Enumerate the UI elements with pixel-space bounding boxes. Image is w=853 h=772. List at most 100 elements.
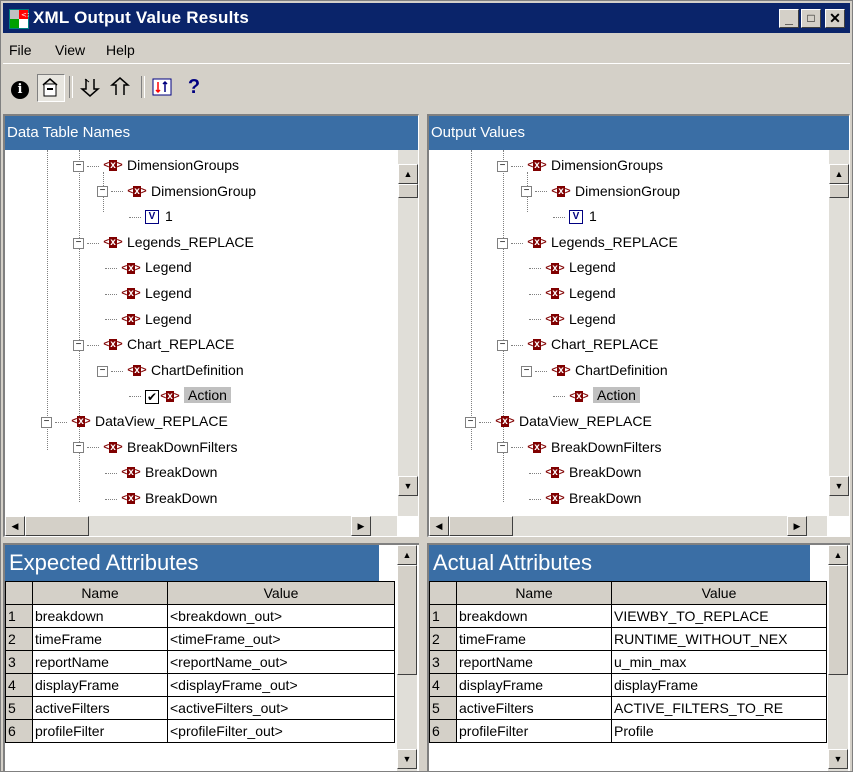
tree-node[interactable]: − <x> DimensionGroups (497, 154, 663, 176)
table-row[interactable]: 1 breakdown <breakdown_out> (5, 604, 395, 628)
scroll-thumb[interactable] (449, 516, 513, 536)
vertical-scrollbar[interactable]: ▲ ▼ (397, 545, 417, 771)
expand-all-icon[interactable] (77, 74, 103, 100)
collapse-node-icon[interactable]: − (497, 442, 508, 454)
tree-node[interactable]: − <x> BreakDownFilters (497, 436, 661, 458)
menu-help[interactable]: Help (106, 42, 135, 58)
scroll-up-icon[interactable]: ▲ (398, 164, 418, 184)
scroll-thumb[interactable] (828, 565, 848, 675)
tree-node[interactable]: − <x> ChartDefinition (521, 359, 668, 381)
collapse-node-icon[interactable]: − (73, 160, 84, 172)
collapse-node-icon[interactable]: − (497, 339, 508, 351)
vertical-scrollbar[interactable]: ▲ ▼ (398, 150, 418, 516)
tree-node[interactable]: − <x> BreakDownFilters (73, 436, 237, 458)
table-row[interactable]: 6 profileFilter Profile (429, 719, 827, 743)
name-cell[interactable]: displayFrame (456, 673, 612, 697)
vertical-scrollbar[interactable]: ▲ ▼ (829, 150, 849, 516)
collapse-all-icon[interactable] (107, 74, 133, 100)
tree-node[interactable]: <x> BreakDown (105, 487, 217, 509)
tree-node[interactable]: <x> Legend (105, 308, 192, 330)
tree-node[interactable]: − <x> Chart_REPLACE (73, 333, 234, 355)
collapse-node-icon[interactable]: − (73, 237, 84, 249)
scroll-down-icon[interactable]: ▼ (398, 476, 418, 496)
scroll-up-icon[interactable]: ▲ (828, 545, 848, 565)
name-cell[interactable]: breakdown (456, 604, 612, 628)
title-bar[interactable]: <> XML Output Value Results _ □ ✕ (3, 3, 850, 33)
info-icon[interactable]: i (7, 74, 33, 100)
tree-node[interactable]: − <x> DimensionGroup (97, 180, 256, 202)
collapse-node-icon[interactable]: − (521, 186, 532, 198)
tree-node[interactable]: <x> Legend (529, 256, 616, 278)
column-header-value[interactable]: Value (611, 581, 827, 605)
tree-view[interactable]: − <x> DimensionGroups − <x> DimensionGroup V 1 −… (5, 150, 398, 510)
vertical-scrollbar[interactable]: ▲ ▼ (828, 545, 848, 771)
close-button[interactable]: ✕ (825, 9, 845, 28)
collapse-node-icon[interactable]: − (41, 416, 52, 428)
value-cell[interactable]: <activeFilters_out> (167, 696, 395, 720)
table-row[interactable]: 2 timeFrame <timeFrame_out> (5, 627, 395, 651)
tree-node[interactable]: <x> Legend (105, 282, 192, 304)
name-cell[interactable]: reportName (456, 650, 612, 674)
scroll-down-icon[interactable]: ▼ (828, 749, 848, 769)
collapse-node-icon[interactable]: − (521, 365, 532, 377)
name-cell[interactable]: timeFrame (32, 627, 168, 651)
scroll-thumb[interactable] (397, 565, 417, 675)
name-cell[interactable]: displayFrame (32, 673, 168, 697)
tree-node[interactable]: <x> BreakDown (529, 487, 641, 509)
scroll-thumb[interactable] (25, 516, 89, 536)
horizontal-scrollbar[interactable]: ◀ ▶ (5, 516, 397, 536)
properties-icon[interactable] (37, 74, 65, 102)
value-cell[interactable]: u_min_max (611, 650, 827, 674)
tree-node[interactable]: − <x> DataView_REPLACE (41, 410, 228, 432)
scroll-down-icon[interactable]: ▼ (829, 476, 849, 496)
value-cell[interactable]: VIEWBY_TO_REPLACE (611, 604, 827, 628)
table-row[interactable]: 2 timeFrame RUNTIME_WITHOUT_NEX (429, 627, 827, 651)
sort-icon[interactable] (149, 74, 175, 100)
table-row[interactable]: 3 reportName <reportName_out> (5, 650, 395, 674)
column-header-name[interactable]: Name (456, 581, 612, 605)
name-cell[interactable]: reportName (32, 650, 168, 674)
value-cell[interactable]: <breakdown_out> (167, 604, 395, 628)
tree-node[interactable]: V1 (553, 205, 597, 227)
tree-node[interactable]: <x> BreakDown (105, 461, 217, 483)
tree-node[interactable]: <x> Legend (529, 308, 616, 330)
tree-node[interactable]: <x> Legend (529, 282, 616, 304)
tree-node[interactable]: <x> Action (553, 384, 640, 406)
scroll-right-icon[interactable]: ▶ (351, 516, 371, 536)
scroll-down-icon[interactable]: ▼ (397, 749, 417, 769)
value-cell[interactable]: <reportName_out> (167, 650, 395, 674)
scroll-thumb[interactable] (829, 184, 849, 198)
collapse-node-icon[interactable]: − (73, 339, 84, 351)
tree-view[interactable]: − <x> DimensionGroups − <x> DimensionGroup V 1 −… (429, 150, 829, 510)
collapse-node-icon[interactable]: − (97, 186, 108, 198)
tree-node[interactable]: <x> Legend (105, 256, 192, 278)
value-cell[interactable]: <displayFrame_out> (167, 673, 395, 697)
tree-node[interactable]: <x> BreakDown (529, 461, 641, 483)
tree-node[interactable]: − <x> ChartDefinition (97, 359, 244, 381)
menu-file[interactable]: File (9, 42, 32, 58)
checkbox-checked-icon[interactable]: ✔ (145, 389, 159, 404)
tree-node[interactable]: ✔ <x> Action (129, 384, 231, 406)
table-row[interactable]: 4 displayFrame <displayFrame_out> (5, 673, 395, 697)
table-row[interactable]: 4 displayFrame displayFrame (429, 673, 827, 697)
name-cell[interactable]: timeFrame (456, 627, 612, 651)
name-cell[interactable]: profileFilter (456, 719, 612, 743)
table-row[interactable]: 1 breakdown VIEWBY_TO_REPLACE (429, 604, 827, 628)
collapse-node-icon[interactable]: − (73, 442, 84, 454)
tree-node[interactable]: − <x> DataView_REPLACE (465, 410, 652, 432)
table-row[interactable]: 3 reportName u_min_max (429, 650, 827, 674)
name-cell[interactable]: activeFilters (32, 696, 168, 720)
scroll-left-icon[interactable]: ◀ (429, 516, 449, 536)
collapse-node-icon[interactable]: − (465, 416, 476, 428)
value-cell[interactable]: displayFrame (611, 673, 827, 697)
name-cell[interactable]: activeFilters (456, 696, 612, 720)
collapse-node-icon[interactable]: − (497, 237, 508, 249)
table-row[interactable]: 5 activeFilters ACTIVE_FILTERS_TO_RE (429, 696, 827, 720)
table-row[interactable]: 5 activeFilters <activeFilters_out> (5, 696, 395, 720)
tree-node[interactable]: − <x> Legends_REPLACE (73, 231, 254, 253)
scroll-thumb[interactable] (398, 184, 418, 198)
value-cell[interactable]: <profileFilter_out> (167, 719, 395, 743)
name-cell[interactable]: breakdown (32, 604, 168, 628)
tree-node[interactable]: − <x> DimensionGroup (521, 180, 680, 202)
tree-node[interactable]: V1 (129, 205, 173, 227)
